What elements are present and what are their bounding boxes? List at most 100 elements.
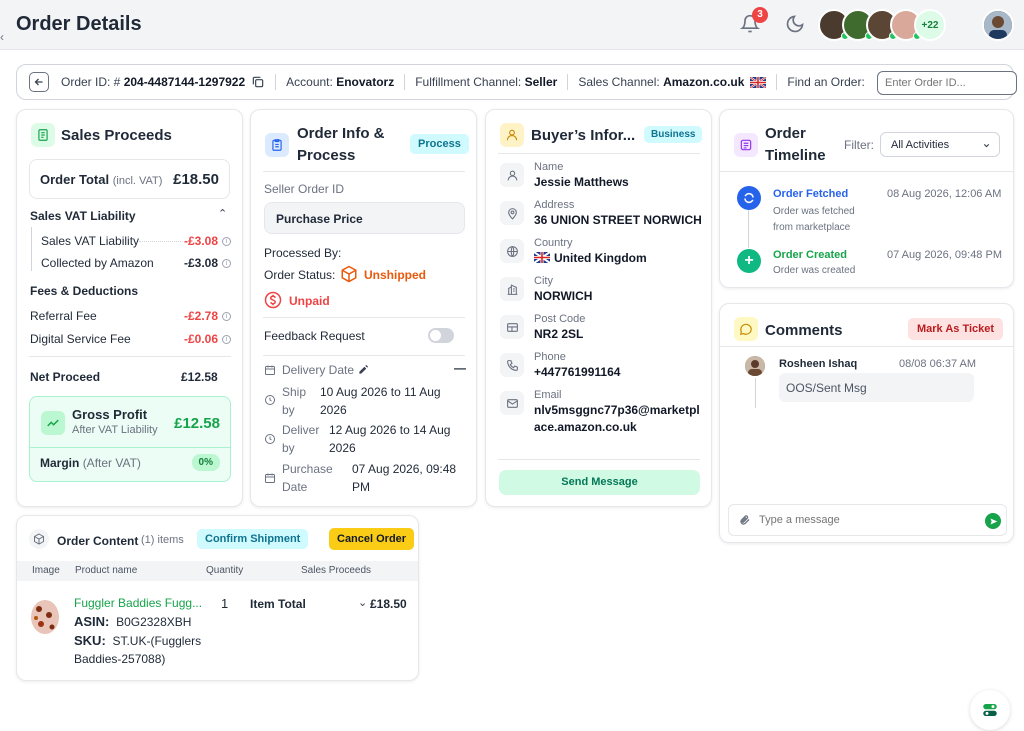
find-order-label: Find an Order: [787,75,865,89]
feedback-toggle[interactable] [428,328,454,343]
paperclip-icon[interactable] [739,514,751,526]
vat-collapse-chevron-icon[interactable]: ⌃ [218,207,227,220]
comment-input-bar [728,504,1007,536]
asin-value: B0G2328XBH [116,615,192,629]
find-order-input[interactable] [877,71,1017,95]
receipt-icon [31,123,55,147]
comment-avatar [745,356,765,376]
purchase-date-value: 07 Aug 2026, 09:48 PM [352,462,457,494]
timeline-event-title: Order Fetched [773,188,849,200]
user-avatar[interactable] [982,9,1014,41]
gross-profit-value: £12.58 [174,415,220,432]
timeline-event-desc: Order was created [773,265,856,276]
info-icon[interactable]: i [222,335,231,345]
gross-profit-box: Gross Profit After VAT Liability £12.58 … [29,396,231,482]
box-icon [341,265,357,283]
column-header: Image [32,565,60,576]
page-title: Order Details [16,13,142,35]
sync-icon [737,186,761,210]
seller-order-label: Seller Order ID [264,182,345,196]
send-message-button[interactable]: Send Message [499,470,700,495]
column-header: Product name [75,565,138,576]
send-icon[interactable] [985,513,1001,529]
clock-icon [265,395,275,405]
confirm-shipment-button[interactable]: Confirm Shipment [197,529,309,549]
person-icon [500,163,524,187]
process-badge[interactable]: Process [410,134,469,154]
comments-title: Comments [765,322,843,339]
back-button[interactable] [29,72,49,92]
notification-badge: 3 [752,7,768,23]
comment-message-input[interactable] [759,510,974,530]
vat-row-label: Collected by Amazon [41,256,154,270]
buyer-city: NORWICH [534,289,593,303]
collapse-dash-icon[interactable]: — [454,361,466,375]
order-total-label: Order Total [40,172,110,187]
order-timeline-card: Order Timeline Filter: All Activities Ord… [719,109,1014,288]
ship-by-value: 10 Aug 2026 to 11 Aug 2026 [320,385,441,417]
timeline-event-time: 08 Aug 2026, 12:06 AM [887,188,1002,200]
margin-note: (After VAT) [82,456,141,470]
floating-menu-button[interactable] [970,690,1010,730]
buyer-name: Jessie Matthews [534,175,629,189]
user-avatar-image [984,11,1012,39]
payment-status-value: Unpaid [289,294,330,308]
edit-pencil-icon[interactable] [358,364,369,375]
more-avatars-badge[interactable]: +22 [914,9,946,41]
info-icon[interactable]: i [222,237,231,247]
location-pin-icon [500,201,524,225]
copy-icon[interactable] [251,75,265,89]
buyer-address: 36 UNION STREET NORWICH [534,213,702,227]
mark-as-ticket-button[interactable]: Mark As Ticket [908,318,1004,340]
comment-author: Rosheen Ishaq [779,358,858,370]
trend-up-icon [41,411,65,435]
info-icon[interactable]: i [222,312,231,322]
city-icon [500,277,524,301]
sales-proceeds-title: Sales Proceeds [61,127,172,144]
product-name-link[interactable]: Fuggler Baddies Fugg... [74,596,202,610]
buyer-phone: +447761991164 [534,365,621,379]
purchase-price-field[interactable]: Purchase Price [264,202,465,234]
deliver-by-value: 12 Aug 2026 to 14 Aug 2026 [329,423,451,455]
order-total-value: £18.50 [173,171,219,188]
timeline-event-title: Order Created [773,249,847,261]
fee-row-label: Referral Fee [30,309,97,323]
delivery-date-label: Delivery Date [282,363,355,377]
top-bar: Order Details ‹ 3 +22 [0,0,1024,50]
product-image [28,597,62,637]
order-total-note: (incl. VAT) [112,175,163,187]
fee-row-value: -£2.78 [183,309,218,323]
sales-channel-label: Sales Channel: [578,75,660,89]
dark-mode-moon-icon[interactable] [785,14,805,34]
collapse-chevron-icon[interactable]: ‹ [0,30,4,44]
margin-label: Margin [40,456,80,470]
item-total-chevron-icon[interactable]: ⌄ [358,596,367,609]
order-info-title: Order Info & Process [297,125,385,164]
globe-icon [500,239,524,263]
purchase-date-label: Purchase Date [282,462,333,494]
package-icon [29,529,49,549]
timeline-title: Order Timeline [765,125,826,164]
order-total-box: Order Total (incl. VAT) £18.50 [29,159,230,199]
feedback-request-label: Feedback Request [264,329,365,343]
timeline-event-time: 07 Aug 2026, 09:48 PM [887,249,1002,261]
vat-section-title: Sales VAT Liability [30,209,136,223]
cancel-order-button[interactable]: Cancel Order [329,528,415,550]
order-id-label: Order ID: # [61,75,121,89]
timeline-list-icon [734,133,758,157]
order-id-value: 204-4487144-1297922 [123,75,246,89]
calendar-icon [265,365,275,375]
info-icon[interactable]: i [222,259,231,269]
deliver-by-label: Deliver by [282,423,320,455]
net-proceed-label: Net Proceed [30,370,101,384]
asin-row: ASIN: B0G2328XBH [74,614,192,629]
clock-icon [265,434,275,444]
activity-filter-select[interactable]: All Activities [880,132,1000,157]
gross-profit-sub: After VAT Liability [72,424,158,436]
plus-icon: + [737,249,761,273]
column-header: Sales Proceeds [301,565,372,576]
comment-bubble: OOS/Sent Msg [779,373,974,402]
order-content-title: Order Content [57,534,139,548]
team-avatars[interactable]: +22 [818,9,946,41]
quantity-value: 1 [221,596,229,611]
